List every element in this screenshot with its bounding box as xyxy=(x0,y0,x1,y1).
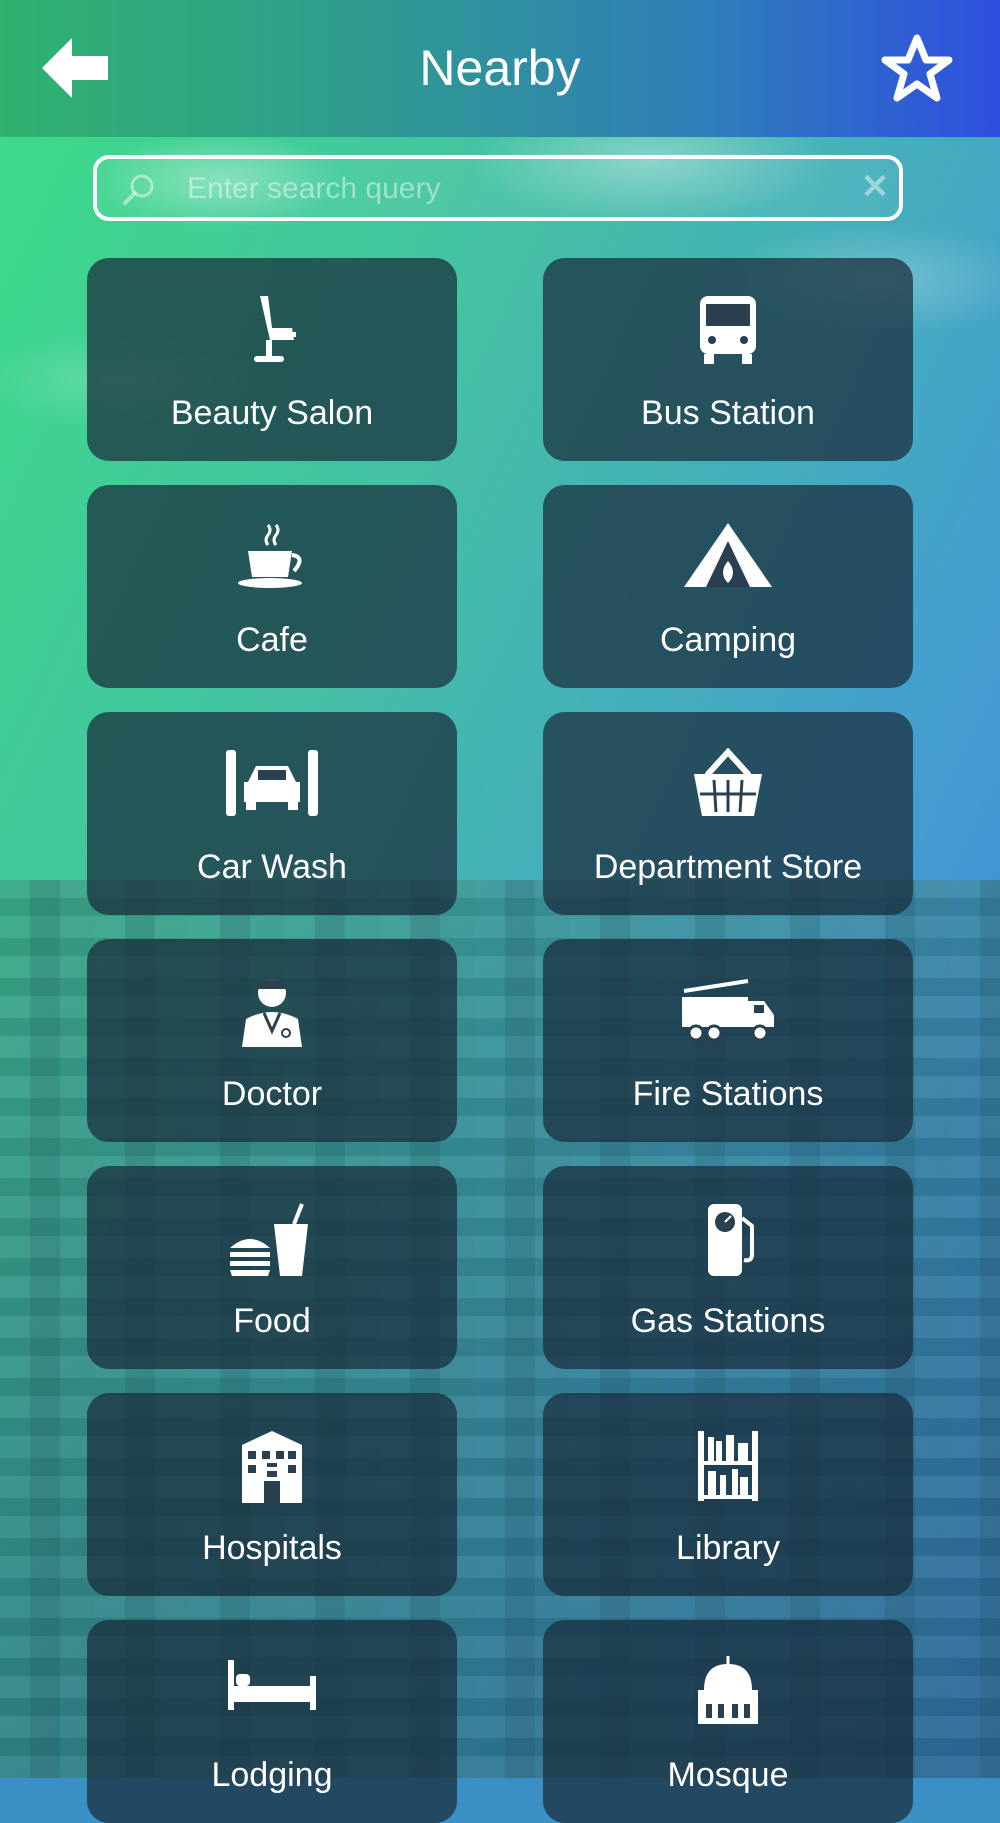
category-bus-station[interactable]: Bus Station xyxy=(543,258,913,461)
category-cafe[interactable]: Cafe xyxy=(87,485,457,688)
category-camping[interactable]: Camping xyxy=(543,485,913,688)
category-label: Fire Stations xyxy=(632,1075,824,1113)
category-hospitals[interactable]: Hospitals xyxy=(87,1393,457,1596)
category-label: Beauty Salon xyxy=(170,394,374,432)
mosque-icon xyxy=(698,1656,758,1724)
category-food[interactable]: Food xyxy=(87,1166,457,1369)
category-beauty-salon[interactable]: Beauty Salon xyxy=(87,258,457,461)
hospital-icon xyxy=(242,1431,302,1503)
clear-x-icon[interactable]: ✕ xyxy=(857,169,893,205)
category-gas-stations[interactable]: Gas Stations xyxy=(543,1166,913,1369)
fuel-pump-icon xyxy=(708,1204,754,1276)
app-header: Nearby xyxy=(0,0,1000,137)
category-label: Hospitals xyxy=(202,1529,342,1567)
bed-icon xyxy=(228,1660,316,1710)
category-label: Bus Station xyxy=(641,394,815,432)
tent-icon xyxy=(684,523,772,587)
favorites-button[interactable] xyxy=(880,32,954,106)
category-label: Camping xyxy=(659,621,797,659)
category-label: Mosque xyxy=(667,1756,789,1794)
category-label: Library xyxy=(676,1529,780,1567)
category-label: Department Store xyxy=(593,848,863,886)
category-label: Cafe xyxy=(236,621,308,659)
category-fire-stations[interactable]: Fire Stations xyxy=(543,939,913,1142)
category-library[interactable]: Library xyxy=(543,1393,913,1596)
fire-truck-icon xyxy=(682,979,774,1042)
search-input[interactable] xyxy=(185,167,809,211)
doctor-icon xyxy=(242,979,302,1047)
category-label: Car Wash xyxy=(197,848,347,886)
shopping-basket-icon xyxy=(694,748,762,816)
bookshelf-icon xyxy=(698,1431,758,1501)
page-title: Nearby xyxy=(419,40,581,96)
category-car-wash[interactable]: Car Wash xyxy=(87,712,457,915)
car-wash-icon xyxy=(226,750,318,816)
category-mosque[interactable]: Mosque xyxy=(543,1620,913,1823)
magnifier-icon xyxy=(123,174,154,205)
category-label: Food xyxy=(233,1302,311,1340)
bus-icon xyxy=(700,296,756,364)
burger-drink-icon xyxy=(230,1203,308,1276)
coffee-cup-icon xyxy=(238,524,302,588)
category-lodging[interactable]: Lodging xyxy=(87,1620,457,1823)
search-bar: ✕ xyxy=(93,155,903,221)
category-label: Gas Stations xyxy=(630,1302,826,1340)
category-doctor[interactable]: Doctor xyxy=(87,939,457,1142)
category-label: Lodging xyxy=(211,1756,333,1794)
salon-chair-icon xyxy=(254,296,296,362)
category-department-store[interactable]: Department Store xyxy=(543,712,913,915)
star-outline-icon xyxy=(881,34,953,102)
category-label: Doctor xyxy=(221,1075,323,1113)
